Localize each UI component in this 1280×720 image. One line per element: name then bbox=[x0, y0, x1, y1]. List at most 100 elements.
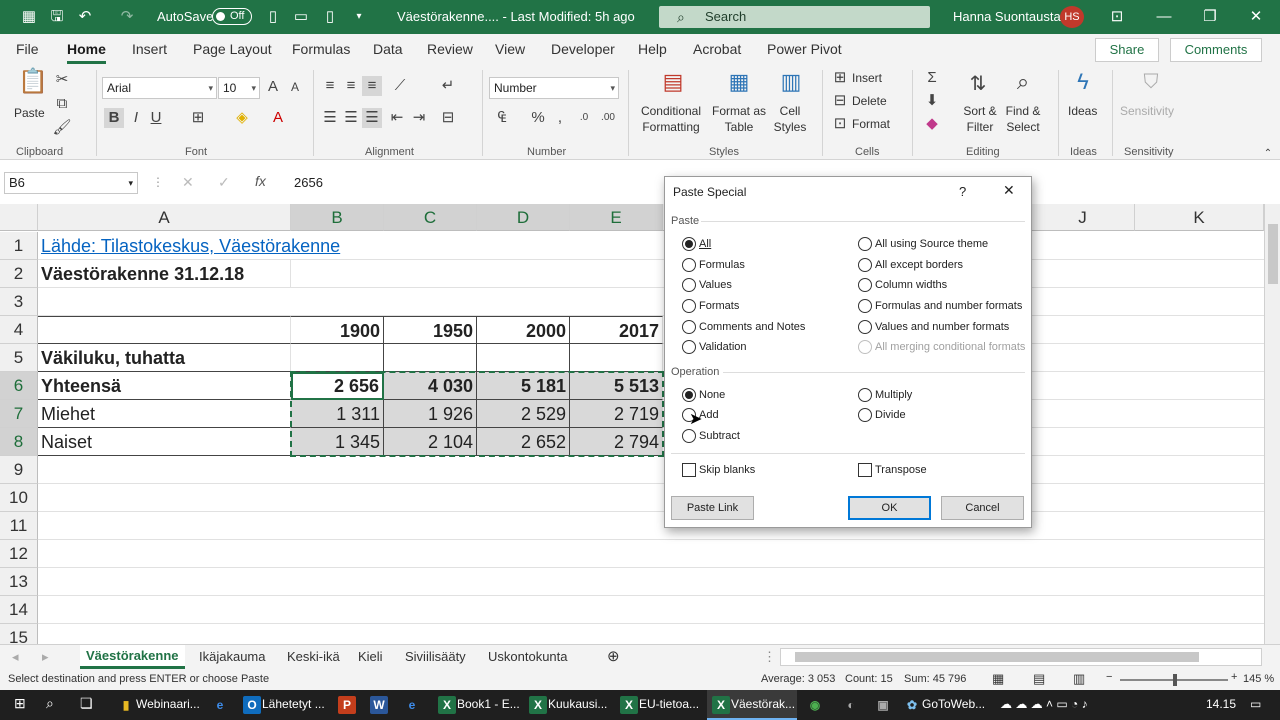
row-header[interactable]: 4 bbox=[0, 316, 38, 344]
cell-e5[interactable] bbox=[570, 344, 663, 372]
notifications-icon[interactable]: ▭ bbox=[1250, 697, 1261, 711]
cell-c4[interactable]: 1950 bbox=[384, 316, 477, 344]
cell-e8[interactable]: 2 794 bbox=[570, 428, 663, 456]
zoom-in-icon[interactable]: + bbox=[1231, 671, 1237, 683]
next-sheet-icon[interactable]: ▸ bbox=[42, 649, 49, 665]
borders-icon[interactable]: ⊞ bbox=[188, 108, 208, 128]
select-all-corner[interactable] bbox=[0, 204, 38, 231]
taskbar-item[interactable]: Webinaari... bbox=[136, 697, 200, 711]
cell-styles-line1[interactable]: Cell bbox=[770, 104, 810, 118]
insert-cells-button[interactable]: Insert bbox=[852, 71, 882, 85]
zoom-out-icon[interactable]: − bbox=[1106, 671, 1112, 683]
chrome-icon[interactable]: ◉ bbox=[806, 696, 824, 714]
tab-insert[interactable]: Insert bbox=[132, 41, 167, 57]
tab-page-layout[interactable]: Page Layout bbox=[193, 41, 272, 57]
cell-a2[interactable]: Väestörakenne 31.12.18 bbox=[38, 260, 291, 288]
tab-help[interactable]: Help bbox=[638, 41, 667, 57]
name-box[interactable]: B6 ▾ bbox=[4, 172, 138, 194]
paste-comments-radio[interactable]: Comments and Notes bbox=[682, 320, 805, 334]
row-header[interactable]: 6 bbox=[0, 372, 38, 400]
taskbar-search-icon[interactable]: ⌕ bbox=[46, 695, 54, 712]
paste-values-radio[interactable]: Values bbox=[682, 278, 732, 292]
row-header[interactable]: 5 bbox=[0, 344, 38, 372]
tray-icons[interactable]: ☁ ☁ ☁ ˄ ▭ ◔ ♪ bbox=[1000, 697, 1088, 711]
clear-icon[interactable]: ◆ bbox=[922, 114, 942, 134]
increase-font-icon[interactable]: A bbox=[263, 77, 283, 97]
ribbon-display-icon[interactable]: ⊡ bbox=[1108, 8, 1126, 26]
sheet-tab-keski-ika[interactable]: Keski-ikä bbox=[287, 649, 340, 664]
cell-c6[interactable]: 4 030 bbox=[384, 372, 477, 400]
avatar[interactable]: HS bbox=[1060, 6, 1084, 28]
row-header[interactable]: 13 bbox=[0, 568, 38, 596]
cell-c5[interactable] bbox=[384, 344, 477, 372]
row-header[interactable]: 7 bbox=[0, 400, 38, 428]
paste-formats-radio[interactable]: Formats bbox=[682, 299, 739, 313]
tab-acrobat[interactable]: Acrobat bbox=[693, 41, 741, 57]
tab-file[interactable]: File bbox=[16, 41, 39, 57]
page-layout-view-icon[interactable]: ▤ bbox=[1033, 671, 1045, 687]
worksheet-grid[interactable]: A B C D E J K 1 2 3 4 5 6 7 8 9 10 11 12… bbox=[0, 204, 1264, 644]
sheet-tab-vaestorakenne[interactable]: Väestörakenne bbox=[80, 645, 185, 669]
cell-a1[interactable]: Lähde: Tilastokeskus, Väestörakenne bbox=[38, 232, 340, 260]
powerpoint-icon[interactable]: P bbox=[338, 696, 356, 714]
column-header-k[interactable]: K bbox=[1135, 204, 1264, 231]
conditional-formatting-line1[interactable]: Conditional bbox=[636, 104, 706, 118]
taskbar-item[interactable]: Kuukausi... bbox=[548, 697, 607, 711]
transpose-checkbox[interactable]: Transpose bbox=[858, 463, 927, 477]
column-header-j[interactable]: J bbox=[1031, 204, 1135, 231]
bottom-align-icon[interactable]: ≡ bbox=[362, 76, 382, 96]
cell-a8[interactable]: Naiset bbox=[38, 428, 291, 456]
help-button[interactable]: ? bbox=[959, 184, 966, 199]
paste-validation-radio[interactable]: Validation bbox=[682, 340, 747, 354]
percent-style-icon[interactable]: % bbox=[528, 108, 548, 128]
taskbar-clock[interactable]: 14.15 bbox=[1206, 697, 1236, 711]
increase-decimal-icon[interactable]: .0 bbox=[574, 108, 594, 128]
align-left-icon[interactable]: ☰ bbox=[320, 108, 340, 128]
row-header[interactable]: 9 bbox=[0, 456, 38, 484]
paste-formulas-radio[interactable]: Formulas bbox=[682, 258, 745, 272]
column-header-c[interactable]: C bbox=[384, 204, 477, 231]
cell-b4[interactable]: 1900 bbox=[291, 316, 384, 344]
new-file-icon[interactable]: ▯ bbox=[264, 8, 282, 26]
page-break-view-icon[interactable]: ▥ bbox=[1073, 671, 1085, 687]
tab-developer[interactable]: Developer bbox=[551, 41, 615, 57]
comma-style-icon[interactable]: , bbox=[550, 108, 570, 128]
fill-icon[interactable]: ⬇ bbox=[922, 91, 942, 111]
operation-none-radio[interactable]: None bbox=[682, 388, 725, 402]
underline-button[interactable]: U bbox=[146, 108, 166, 128]
cell-c8[interactable]: 2 104 bbox=[384, 428, 477, 456]
status-count[interactable]: Count: 15 bbox=[845, 673, 893, 685]
column-header-e[interactable]: E bbox=[570, 204, 663, 231]
tab-view[interactable]: View bbox=[495, 41, 525, 57]
operation-subtract-radio[interactable]: Subtract bbox=[682, 429, 740, 443]
open-folder-icon[interactable]: ▭ bbox=[292, 8, 310, 26]
operation-divide-radio[interactable]: Divide bbox=[858, 408, 906, 422]
taskbar-item[interactable]: Väestörak... bbox=[731, 697, 795, 711]
format-as-table-line2[interactable]: Table bbox=[708, 120, 770, 134]
operation-multiply-radio[interactable]: Multiply bbox=[858, 388, 912, 402]
wrap-text-icon[interactable]: ↵ bbox=[438, 76, 458, 96]
row-header[interactable]: 8 bbox=[0, 428, 38, 456]
copy-icon[interactable]: ⧉ bbox=[52, 94, 72, 114]
paste-all-radio[interactable]: All bbox=[682, 237, 711, 251]
cell-a5[interactable]: Väkiluku, tuhatta bbox=[38, 344, 291, 372]
app-icon[interactable]: ◐ bbox=[842, 696, 860, 714]
ie-icon[interactable]: e bbox=[403, 696, 421, 714]
paste-values-number-formats-radio[interactable]: Values and number formats bbox=[858, 320, 1009, 334]
zoom-slider-thumb[interactable] bbox=[1173, 674, 1177, 686]
row-header[interactable]: 10 bbox=[0, 484, 38, 512]
row-header[interactable]: 12 bbox=[0, 540, 38, 568]
vertical-scroll-thumb[interactable] bbox=[1268, 224, 1278, 284]
split-handle-icon[interactable]: ⋮ bbox=[763, 649, 776, 665]
column-header-b[interactable]: B bbox=[291, 204, 384, 231]
row-header[interactable]: 2 bbox=[0, 260, 38, 288]
insert-function-icon[interactable]: fx bbox=[255, 173, 266, 189]
cell-c7[interactable]: 1 926 bbox=[384, 400, 477, 428]
font-size-select[interactable]: 10 ▾ bbox=[218, 77, 260, 99]
row-header[interactable]: 11 bbox=[0, 512, 38, 540]
status-sum[interactable]: Sum: 45 796 bbox=[904, 673, 966, 685]
middle-align-icon[interactable]: ≡ bbox=[341, 76, 361, 96]
close-dialog-icon[interactable]: ✕ bbox=[1003, 182, 1015, 199]
cell-e6[interactable]: 5 513 bbox=[570, 372, 663, 400]
align-center-icon[interactable]: ☰ bbox=[341, 108, 361, 128]
